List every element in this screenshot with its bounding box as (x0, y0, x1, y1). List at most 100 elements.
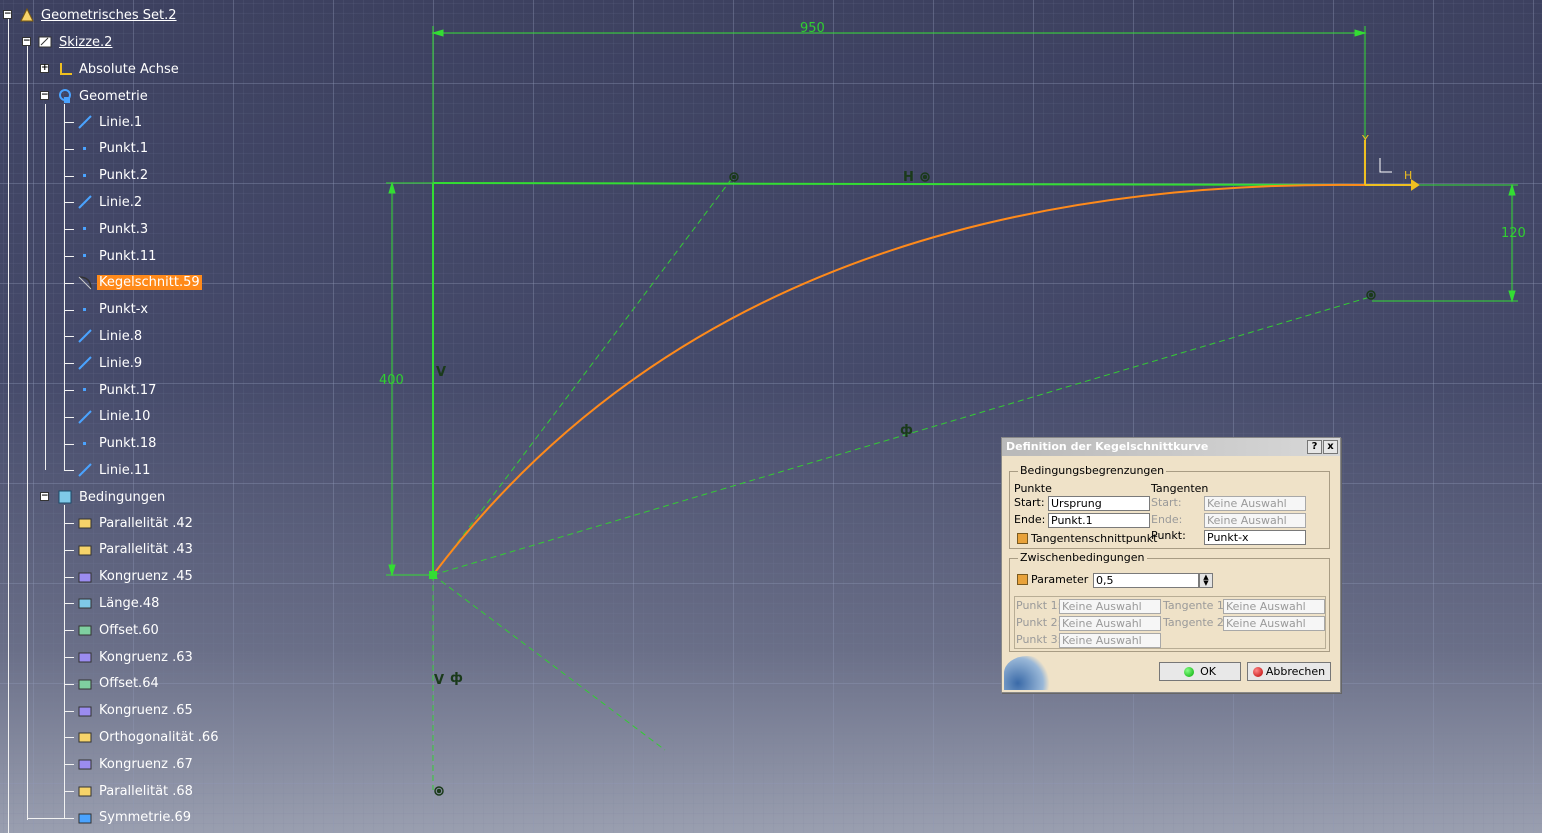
tree-constraint-item[interactable]: Länge.48 (76, 593, 161, 613)
tree-geo-item[interactable]: Linie.1 (76, 112, 144, 132)
dialog-title-bar[interactable]: Definition der Kegelschnittkurve ? x (1002, 438, 1340, 456)
end-point-field[interactable]: Punkt.1 (1048, 513, 1150, 528)
tangent-intersection-checkbox[interactable] (1017, 533, 1028, 544)
tree-constraint-item[interactable]: Orthogonalität .66 (76, 727, 220, 747)
tree-geo-item[interactable]: Punkt.17 (76, 380, 158, 400)
tree-constraint-item[interactable]: Offset.64 (76, 674, 161, 694)
tree-constraint-item[interactable]: Parallelität .68 (76, 781, 195, 801)
p3-field[interactable]: Keine Auswahl (1059, 633, 1161, 648)
ok-label: OK (1200, 665, 1216, 678)
constraint-icon (76, 594, 94, 612)
dim-400-label[interactable]: 400 (379, 373, 404, 388)
ok-button[interactable]: OK (1159, 662, 1241, 681)
tree-root-label: Geometrisches Set.2 (41, 7, 177, 23)
tree-geo-item[interactable]: Linie.2 (76, 192, 144, 212)
dim-120-label[interactable]: 120 (1501, 226, 1526, 241)
point-icon (76, 435, 94, 453)
construction-line-3[interactable] (432, 574, 666, 751)
tree-root[interactable]: Geometrisches Set.2 (18, 5, 179, 25)
tg1-label: Tangente 1: (1163, 599, 1228, 612)
line-top[interactable] (432, 182, 1366, 186)
help-button[interactable]: ? (1307, 440, 1322, 454)
tangent-end-field[interactable]: Keine Auswahl (1204, 513, 1306, 528)
tree-constraints[interactable]: Bedingungen (56, 487, 167, 507)
tree-constraint-item[interactable]: Symmetrie.69 (76, 808, 193, 828)
origin-point[interactable] (429, 571, 437, 579)
dim-950-label[interactable]: 950 (800, 21, 825, 36)
tree-constraint-item[interactable]: Kongruenz .45 (76, 567, 195, 587)
tree-geo-item[interactable]: Punkt.18 (76, 434, 158, 454)
tree-constraint-item[interactable]: Kongruenz .67 (76, 754, 195, 774)
ok-icon (1184, 667, 1195, 677)
tree-geo-item-label: Punkt.11 (99, 248, 157, 264)
parameter-spinner[interactable]: ▲ ▼ (1199, 573, 1213, 588)
cancel-button[interactable]: Abbrechen (1247, 662, 1331, 681)
tree-sketch[interactable]: Skizze.2 (36, 32, 114, 52)
constraint-icon (76, 809, 94, 827)
constraint-icon (76, 675, 94, 693)
parameter-checkbox[interactable] (1017, 574, 1028, 585)
tree-geo-item[interactable]: Punkt.11 (76, 246, 158, 266)
parameter-field[interactable]: 0,5 (1093, 573, 1199, 588)
point-label: Punkt: (1151, 529, 1186, 542)
line-icon (76, 327, 94, 345)
tree-geo-item[interactable]: Linie.9 (76, 353, 144, 373)
point-field[interactable]: Punkt-x (1204, 530, 1306, 545)
tree-geo-item-label: Linie.1 (99, 114, 143, 130)
tree-constraint-item-label: Kongruenz .67 (99, 756, 193, 772)
line-icon (76, 354, 94, 372)
symmetry-symbol: ф (900, 423, 913, 438)
constraint-icon (76, 755, 94, 773)
dimension-120[interactable] (1365, 183, 1518, 303)
tree-constraint-item-label: Kongruenz .63 (99, 649, 193, 665)
tree-geo-item[interactable]: Punkt.1 (76, 139, 150, 159)
start-point-field[interactable]: Ursprung (1048, 496, 1150, 511)
close-button[interactable]: x (1323, 440, 1338, 454)
tree-geo-item-label: Kegelschnitt.59 (97, 275, 202, 291)
p1-field[interactable]: Keine Auswahl (1059, 599, 1161, 614)
tree-constraint-item[interactable]: Kongruenz .63 (76, 647, 195, 667)
construction-line-1[interactable] (432, 176, 734, 576)
cancel-label: Abbrechen (1265, 665, 1326, 678)
tangents-heading: Tangenten (1151, 482, 1209, 495)
tree-constraint-item-label: Orthogonalität .66 (99, 729, 219, 745)
tg2-field[interactable]: Keine Auswahl (1223, 616, 1325, 631)
tree-geo-item[interactable]: Linie.10 (76, 407, 152, 427)
tree-constraint-item[interactable]: Offset.60 (76, 620, 161, 640)
points-heading: Punkte (1014, 482, 1052, 495)
tangent-start-field[interactable]: Keine Auswahl (1204, 496, 1306, 511)
p2-field[interactable]: Keine Auswahl (1059, 616, 1161, 631)
tree-geo-item[interactable]: Punkt.3 (76, 219, 150, 239)
conic-definition-dialog: Definition der Kegelschnittkurve ? x Bed… (1001, 437, 1341, 693)
tree-geo-item[interactable]: Linie.8 (76, 326, 144, 346)
tree-geometry[interactable]: Geometrie (56, 86, 150, 106)
tree-geo-item[interactable]: Kegelschnitt.59 (76, 273, 202, 293)
tg2-label: Tangente 2: (1163, 616, 1228, 629)
tree-constraint-item[interactable]: Kongruenz .65 (76, 701, 195, 721)
axis-system-icon (56, 60, 74, 78)
tree-geo-item-label: Punkt.17 (99, 382, 157, 398)
tree-geo-item[interactable]: Linie.11 (76, 460, 152, 480)
tree-axis[interactable]: Absolute Achse (56, 59, 181, 79)
specification-tree: − Geometrisches Set.2 − Skizze.2 + Absol… (0, 0, 260, 833)
tree-constraint-item-label: Länge.48 (99, 595, 160, 611)
tangent-intersection-label: Tangentenschnittpunkt (1031, 532, 1158, 545)
tree-constraint-item-label: Parallelität .68 (99, 783, 193, 799)
tree-geo-item-label: Punkt.3 (99, 221, 149, 237)
tree-geo-item[interactable]: Punkt-x (76, 300, 150, 320)
point-icon (76, 167, 94, 185)
tree-geometry-label: Geometrie (79, 88, 148, 104)
sketch-icon (36, 33, 54, 51)
tree-geo-item-label: Punkt.18 (99, 436, 157, 452)
constraint-icon (76, 621, 94, 639)
tree-constraint-item[interactable]: Parallelität .42 (76, 513, 195, 533)
p2-label: Punkt 2: (1016, 616, 1062, 629)
dimension-950[interactable] (431, 26, 1367, 183)
tree-constraint-item[interactable]: Parallelität .43 (76, 540, 195, 560)
tree-constraint-item-label: Kongruenz .65 (99, 703, 193, 719)
tree-sketch-label: Skizze.2 (59, 34, 113, 50)
tree-geo-item-label: Punkt-x (99, 302, 149, 318)
tg1-field[interactable]: Keine Auswahl (1223, 599, 1325, 614)
constraint-icon (76, 541, 94, 559)
tree-geo-item[interactable]: Punkt.2 (76, 166, 150, 186)
